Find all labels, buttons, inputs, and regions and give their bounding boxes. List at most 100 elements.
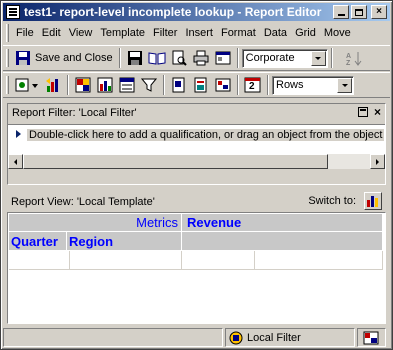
grid-header-row-metrics: Metrics Revenue xyxy=(9,214,383,232)
filter-funnel-icon xyxy=(141,78,157,92)
grid-graph-icon xyxy=(46,78,58,92)
toolbar-grip[interactable] xyxy=(6,49,9,67)
sort-button[interactable]: A Z xyxy=(342,48,366,68)
table-row xyxy=(9,251,383,270)
properties-button[interactable] xyxy=(213,48,233,68)
scrollbar-thumb[interactable] xyxy=(23,154,328,169)
menu-bar-grip[interactable] xyxy=(6,24,9,42)
object-browser-icon xyxy=(119,77,135,93)
menu-grid[interactable]: Grid xyxy=(291,27,320,39)
sort-az-icon: A Z xyxy=(346,52,362,66)
svg-text:2: 2 xyxy=(249,81,255,92)
menu-filter[interactable]: Filter xyxy=(149,27,181,39)
view-toolbar: 2 Rows xyxy=(3,72,390,98)
revenue-column-header[interactable]: Revenue xyxy=(182,214,383,232)
filter-definition-area[interactable]: Double-click here to add a qualification… xyxy=(8,124,385,169)
minimize-icon xyxy=(337,14,345,16)
print-preview-icon xyxy=(172,50,187,66)
filter-button[interactable] xyxy=(213,75,233,95)
menu-file[interactable]: File xyxy=(12,27,38,39)
scrollbar-track[interactable] xyxy=(328,154,370,169)
report-icon xyxy=(194,77,207,93)
arrow-right-icon xyxy=(376,158,379,165)
horizontal-scrollbar[interactable] xyxy=(8,154,385,169)
switch-to-label: Switch to: xyxy=(308,195,356,207)
close-button[interactable]: × xyxy=(371,5,387,19)
menu-view[interactable]: View xyxy=(65,27,97,39)
menu-data[interactable]: Data xyxy=(260,27,291,39)
print-button[interactable] xyxy=(191,48,211,68)
new-object-icon xyxy=(172,77,185,93)
close-icon: × xyxy=(376,6,382,17)
window-controls: × xyxy=(333,5,387,19)
style-combo[interactable]: Corporate xyxy=(241,48,328,68)
minimize-button[interactable] xyxy=(333,5,349,19)
report-view-panel: Report View: 'Local Template' Switch to:… xyxy=(7,191,386,324)
table-cell[interactable] xyxy=(9,251,70,270)
sql-view-button[interactable] xyxy=(13,75,41,95)
schedule-icon: 2 xyxy=(244,77,261,93)
report-editor-window: test1- report-level incomplete lookup - … xyxy=(0,0,393,350)
graph-view-icon xyxy=(97,77,113,93)
maximize-icon xyxy=(355,8,363,16)
status-pane-filter[interactable]: Local Filter xyxy=(225,328,355,347)
metrics-header[interactable]: Metrics xyxy=(9,214,182,232)
table-cell[interactable] xyxy=(182,251,255,270)
chevron-down-icon[interactable] xyxy=(337,77,352,93)
save-and-close-icon xyxy=(16,51,30,65)
grid-graph-button[interactable] xyxy=(43,75,63,95)
menu-move[interactable]: Move xyxy=(320,27,355,39)
revenue-value-header xyxy=(182,232,383,251)
panel-close-icon[interactable]: × xyxy=(374,106,381,118)
report-editor-app-icon[interactable] xyxy=(6,5,20,19)
scroll-left-button[interactable] xyxy=(8,154,23,169)
menu-insert[interactable]: Insert xyxy=(181,27,217,39)
new-object-button[interactable] xyxy=(169,75,189,95)
rows-combo[interactable]: Rows xyxy=(272,75,354,95)
grid-view-button[interactable] xyxy=(73,75,93,95)
menu-edit[interactable]: Edit xyxy=(38,27,65,39)
save-and-close-button[interactable]: Save and Close xyxy=(12,48,116,68)
filter-hint-line[interactable]: Double-click here to add a qualification… xyxy=(16,129,384,141)
svg-text:A: A xyxy=(346,53,351,60)
standard-toolbar: Save and Close Corporate A Z xyxy=(3,45,390,71)
maximize-button[interactable] xyxy=(351,5,367,19)
graph-view-button[interactable] xyxy=(95,75,115,95)
menu-format[interactable]: Format xyxy=(217,27,260,39)
report-filter-panel: Report Filter: 'Local Filter' × Double-c… xyxy=(7,103,386,185)
quarter-row-header[interactable]: Quarter xyxy=(9,232,67,251)
table-cell[interactable] xyxy=(70,251,182,270)
title-bar[interactable]: test1- report-level incomplete lookup - … xyxy=(3,3,390,21)
save-icon xyxy=(127,51,142,65)
graph-view-icon xyxy=(367,196,378,207)
menu-template[interactable]: Template xyxy=(96,27,149,39)
report-filter-title: Report Filter: 'Local Filter' xyxy=(12,107,137,119)
window-title: test1- report-level incomplete lookup - … xyxy=(24,5,322,19)
menu-bar: File Edit View Template Filter Insert Fo… xyxy=(3,22,390,44)
report-options-button[interactable] xyxy=(139,75,159,95)
report-button[interactable] xyxy=(191,75,211,95)
report-grid-area[interactable]: Metrics Revenue Quarter Region xyxy=(7,212,386,324)
report-view-title: Report View: 'Local Template' xyxy=(11,195,155,208)
style-combo-value: Corporate xyxy=(245,52,295,64)
open-book-button[interactable] xyxy=(147,48,167,68)
toolbar-grip[interactable] xyxy=(6,76,9,94)
toolbar-separator xyxy=(237,75,239,95)
status-bar: Local Filter xyxy=(3,328,390,348)
object-browser-button[interactable] xyxy=(117,75,137,95)
chevron-down-icon[interactable] xyxy=(310,50,326,66)
toolbar-separator xyxy=(236,48,239,68)
rows-combo-value: Rows xyxy=(276,79,304,91)
schedule-button[interactable]: 2 xyxy=(243,75,263,95)
scroll-right-button[interactable] xyxy=(370,154,385,169)
save-button[interactable] xyxy=(125,48,145,68)
switch-view-button[interactable] xyxy=(364,192,382,210)
status-pane-icon[interactable] xyxy=(357,328,386,347)
panel-minimize-icon[interactable] xyxy=(357,107,368,117)
region-row-header[interactable]: Region xyxy=(67,232,182,251)
report-filter-header: Report Filter: 'Local Filter' × xyxy=(8,104,385,122)
table-cell[interactable] xyxy=(255,251,383,270)
print-preview-button[interactable] xyxy=(169,48,189,68)
local-filter-icon xyxy=(229,331,243,344)
properties-icon xyxy=(215,51,231,65)
